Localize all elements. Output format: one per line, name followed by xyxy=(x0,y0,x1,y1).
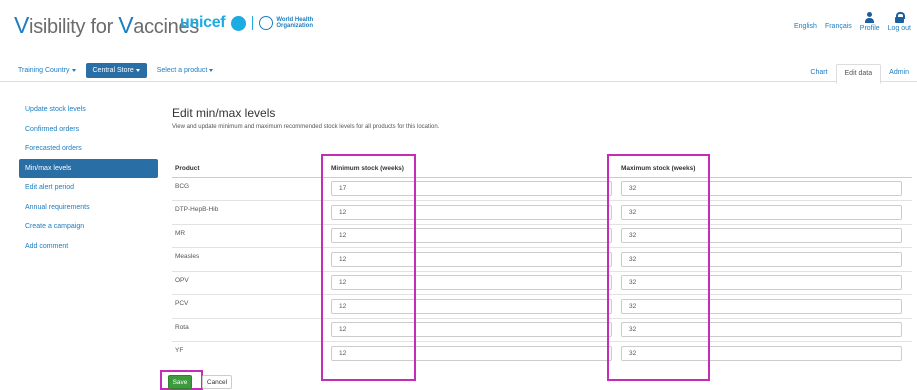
sidebar-item-annual-requirements[interactable]: Annual requirements xyxy=(19,198,158,218)
column-header-min-stock: Minimum stock (weeks) xyxy=(328,160,618,178)
who-logo: World Health Organization xyxy=(259,16,313,30)
max-stock-input[interactable] xyxy=(621,275,902,291)
page-description: View and update minimum and maximum reco… xyxy=(172,124,440,130)
table-row: Measles xyxy=(172,247,912,271)
max-stock-input[interactable] xyxy=(621,322,902,338)
min-stock-input[interactable] xyxy=(331,228,612,244)
table-row: YF xyxy=(172,341,912,365)
logo-divider xyxy=(252,16,254,30)
max-stock-input[interactable] xyxy=(621,228,902,244)
main-content: Edit min/max levels View and update mini… xyxy=(172,106,912,130)
user-icon xyxy=(864,12,875,23)
app-title: Visibility for Vaccines xyxy=(14,12,199,38)
min-stock-input[interactable] xyxy=(331,275,612,291)
language-french-link[interactable]: Français xyxy=(825,23,852,32)
page-title: Edit min/max levels xyxy=(172,106,276,120)
chevron-down-icon xyxy=(71,68,76,72)
table-row: MR xyxy=(172,223,912,248)
tab-admin[interactable]: Admin xyxy=(881,64,917,84)
unicef-globe-icon xyxy=(231,15,247,31)
max-stock-input[interactable] xyxy=(621,204,902,220)
who-emblem-icon xyxy=(259,16,274,30)
save-button[interactable]: Save xyxy=(168,375,192,389)
max-stock-input[interactable] xyxy=(621,251,902,267)
sidebar-item-min-max-levels[interactable]: Min/max levels xyxy=(19,158,158,178)
product-name: YF xyxy=(172,341,328,365)
unicef-logo: unicef xyxy=(180,14,226,31)
min-stock-input[interactable] xyxy=(331,204,612,220)
sidebar-item-confirmed-orders[interactable]: Confirmed orders xyxy=(19,120,158,140)
store-dropdown[interactable]: Central Store xyxy=(85,63,147,78)
product-name: PCV xyxy=(172,294,328,318)
product-name: MR xyxy=(172,223,328,248)
table-row: OPV xyxy=(172,270,912,295)
lock-icon xyxy=(894,12,905,23)
min-stock-input[interactable] xyxy=(331,251,612,267)
product-name: Rota xyxy=(172,317,328,342)
sidebar-item-update-stock-levels[interactable]: Update stock levels xyxy=(19,100,158,120)
header: Visibility for Vaccines unicef World Hea… xyxy=(0,0,917,48)
min-stock-input[interactable] xyxy=(331,298,612,314)
min-stock-input[interactable] xyxy=(331,322,612,338)
sidebar-item-add-comment[interactable]: Add comment xyxy=(19,237,158,257)
language-english-link[interactable]: English xyxy=(794,23,817,32)
country-dropdown[interactable]: Training Country xyxy=(14,63,80,78)
table-row: Rota xyxy=(172,317,912,342)
tab-chart[interactable]: Chart xyxy=(802,64,835,84)
min-stock-input[interactable] xyxy=(331,346,612,361)
chevron-down-icon xyxy=(135,68,140,72)
table-row: DTP-HepB-Hib xyxy=(172,200,912,224)
product-name: BCG xyxy=(172,176,328,201)
chevron-down-icon xyxy=(209,68,214,72)
min-stock-input[interactable] xyxy=(331,181,612,197)
max-stock-input[interactable] xyxy=(621,346,902,361)
profile-link[interactable]: Profile xyxy=(860,12,880,32)
max-stock-input[interactable] xyxy=(621,181,902,197)
product-name: Measles xyxy=(172,247,328,271)
sidebar: Update stock levels Confirmed orders For… xyxy=(19,100,158,256)
max-stock-input[interactable] xyxy=(621,298,902,314)
tab-edit-data[interactable]: Edit data xyxy=(835,64,882,84)
user-controls: English Français Profile Log out xyxy=(794,12,911,32)
column-header-max-stock: Maximum stock (weeks) xyxy=(618,160,912,178)
navbar: Training Country Central Store Select a … xyxy=(0,60,917,84)
sidebar-item-forecasted-orders[interactable]: Forecasted orders xyxy=(19,139,158,159)
table-header-row: Product Minimum stock (weeks) Maximum st… xyxy=(172,160,912,178)
min-max-table: Product Minimum stock (weeks) Maximum st… xyxy=(172,160,912,365)
logout-link[interactable]: Log out xyxy=(888,12,911,32)
column-header-product: Product xyxy=(172,160,328,178)
product-name: DTP-HepB-Hib xyxy=(172,200,328,224)
product-dropdown[interactable]: Select a product xyxy=(153,63,218,78)
table-row: PCV xyxy=(172,294,912,318)
product-name: OPV xyxy=(172,270,328,295)
table-row: BCG xyxy=(172,176,912,201)
sidebar-item-create-campaign[interactable]: Create a campaign xyxy=(19,217,158,237)
cancel-button[interactable]: Cancel xyxy=(202,375,232,389)
sidebar-item-edit-alert-period[interactable]: Edit alert period xyxy=(19,178,158,198)
partner-logos: unicef World Health Organization xyxy=(180,14,313,32)
